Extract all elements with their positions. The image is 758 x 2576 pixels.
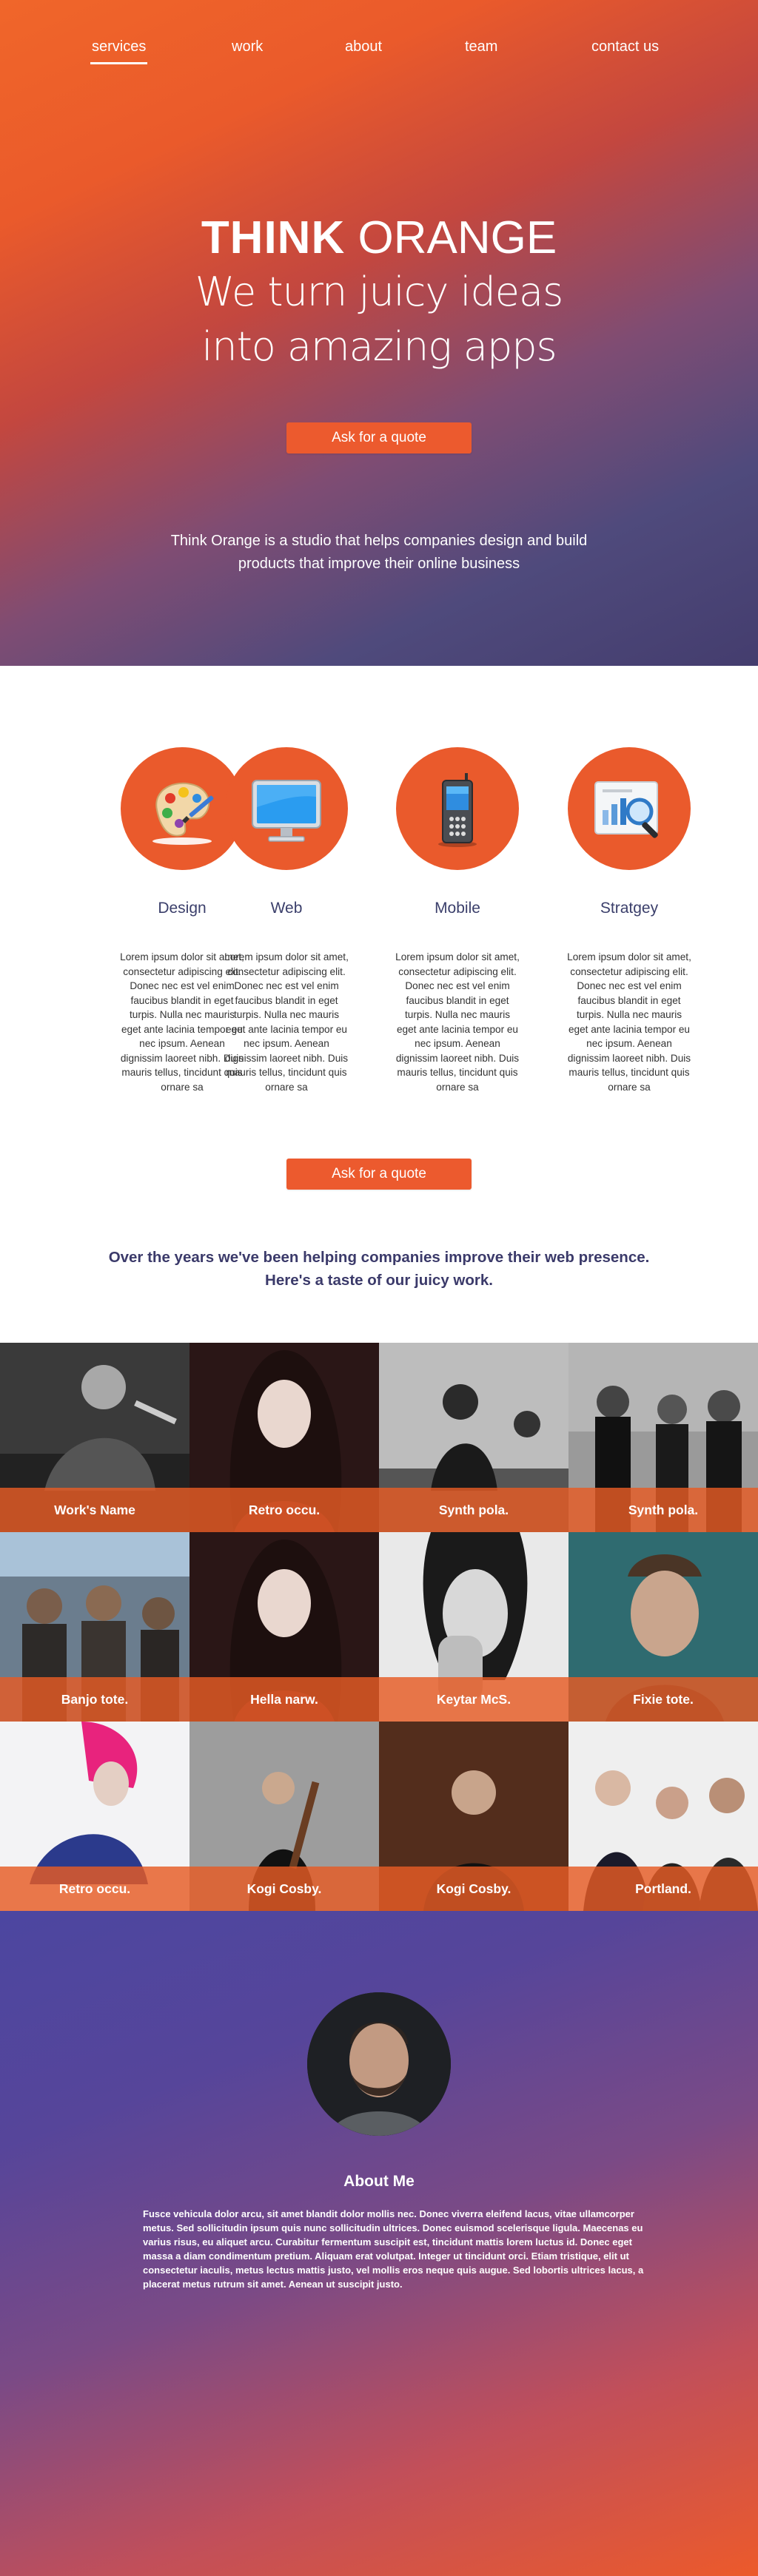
service-mobile-circle [396,747,519,870]
tile-title: Fixie tote. [633,1691,694,1707]
about-text: Fusce vehicula dolor arcu, sit amet blan… [143,2208,644,2290]
avatar-photo [307,1992,451,2136]
tile-title: Portland. [635,1881,691,1896]
tile-caption-bar: Kogi Cosby. [379,1867,568,1911]
tile-title: Work's Name [54,1502,135,1517]
tile-title: Banjo tote. [61,1691,129,1707]
service-strategy-circle [568,747,691,870]
services-section: Design Lorem ipsum dolor sit amet, conse… [0,666,758,1343]
portfolio-grid: Work's Name Retro occu. Synth pola. Synt… [0,1343,758,1911]
service-web-title: Web [270,900,303,917]
portfolio-tile[interactable]: Synth pola. [379,1343,568,1532]
hero-subtitle: We turn juicy ideas into amazing apps [0,265,758,374]
service-strategy: Stratgey Lorem ipsum dolor sit amet, con… [563,747,696,1094]
portfolio-tile[interactable]: Fixie tote. [568,1532,758,1722]
service-web-circle [225,747,348,870]
portfolio-tile[interactable]: Banjo tote. [0,1532,190,1722]
service-mobile-text: Lorem ipsum dolor sit amet, consectetur … [395,951,520,1093]
tile-caption-bar: Retro occu. [0,1867,190,1911]
about-title: About Me [343,2173,415,2190]
portfolio-tile[interactable]: Work's Name [0,1343,190,1532]
tile-title: Keytar McS. [436,1691,512,1707]
service-web-text: Lorem ipsum dolor sit amet, consectetur … [224,951,349,1093]
nav-work[interactable]: work [232,38,263,55]
tile-title: Kogi Cosby. [246,1881,322,1896]
nav-about[interactable]: about [345,38,382,55]
tile-title: Synth pola. [438,1502,509,1517]
hero-description: Think Orange is a studio that helps comp… [170,533,588,572]
tile-caption-bar: Work's Name [0,1488,190,1532]
service-mobile-title: Mobile [435,900,480,917]
portfolio-tile[interactable]: Retro occu. [0,1722,190,1911]
portfolio-tile[interactable]: Keytar McS. [379,1532,568,1722]
tile-caption-bar: Banjo tote. [0,1677,190,1722]
tile-caption-bar: Synth pola. [568,1488,758,1532]
hero-title: THINK ORANGE [0,212,758,264]
hero-quote-button[interactable]: Ask for a quote [286,422,472,454]
main-nav: services work about team contact us [0,38,758,68]
portfolio-tile[interactable]: Kogi Cosby. [190,1722,379,1911]
portfolio-tile[interactable]: Synth pola. [568,1343,758,1532]
nav-team[interactable]: team [465,38,497,55]
nav-contact-us[interactable]: contact us [591,38,659,55]
portfolio-intro: Over the years we've been helping compan… [0,1246,758,1292]
service-strategy-text: Lorem ipsum dolor sit amet, consectetur … [567,951,691,1093]
portfolio-tile[interactable]: Portland. [568,1722,758,1911]
service-mobile: Mobile Lorem ipsum dolor sit amet, conse… [391,747,524,1094]
services-quote-button[interactable]: Ask for a quote [286,1159,472,1190]
tile-title: Synth pola. [628,1502,699,1517]
hero-subtitle-line-2: into amazing apps [201,323,557,370]
portfolio-tile[interactable]: Kogi Cosby. [379,1722,568,1911]
service-strategy-title: Stratgey [600,900,659,917]
hero-title-bold: THINK [201,212,346,263]
tile-caption-bar: Kogi Cosby. [190,1867,379,1911]
nav-services[interactable]: services [90,38,148,64]
tile-title: Retro occu. [248,1502,321,1517]
analytics-icon [594,781,658,838]
portfolio-intro-line-1: Over the years we've been helping compan… [108,1249,650,1266]
portfolio-tile[interactable]: Hella narw. [190,1532,379,1722]
hero-section: services work about team contact us THIN… [0,0,758,666]
hero-subtitle-line-1: We turn juicy ideas [195,269,563,315]
avatar [307,1992,451,2136]
tile-caption-bar: Fixie tote. [568,1677,758,1722]
tile-caption-bar: Hella narw. [190,1677,379,1722]
service-web: Web Lorem ipsum dolor sit amet, consecte… [220,747,353,1094]
palette-icon [152,782,214,845]
tile-title: Retro occu. [58,1881,131,1896]
phone-icon [438,773,477,847]
tile-title: Kogi Cosby. [436,1881,512,1896]
hero-title-light: ORANGE [358,212,557,263]
tile-caption-bar: Portland. [568,1867,758,1911]
portfolio-tile[interactable]: Retro occu. [190,1343,379,1532]
tile-title: Hella narw. [250,1691,318,1707]
tile-caption-bar: Retro occu. [190,1488,379,1532]
tile-caption-bar: Synth pola. [379,1488,568,1532]
portfolio-intro-line-2: Here's a taste of our juicy work. [265,1272,493,1289]
tile-caption-bar: Keytar McS. [379,1677,568,1722]
about-section: About Me Fusce vehicula dolor arcu, sit … [0,1911,758,2576]
monitor-icon [252,780,321,842]
